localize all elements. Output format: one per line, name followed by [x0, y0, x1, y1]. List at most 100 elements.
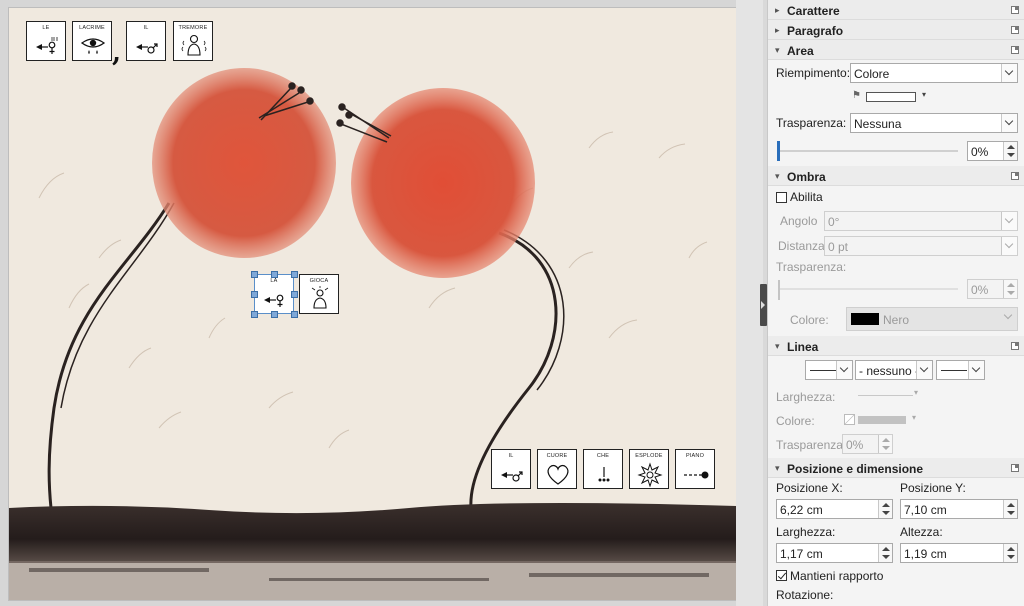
properties-sidebar: ▸ Carattere ▸ Paragrafo ▾ Area Riempimen…	[767, 0, 1024, 606]
symbol-card-il-bottom[interactable]: IL	[491, 449, 531, 489]
distanza-label: Distanza	[778, 239, 825, 253]
symbol-card-le[interactable]: LE	[26, 21, 66, 61]
abilita-row: Abilita	[768, 186, 1024, 208]
abilita-checkbox[interactable]	[776, 192, 787, 203]
trasparenza-select[interactable]: Nessuna	[850, 113, 1018, 133]
abilita-label: Abilita	[790, 190, 823, 204]
sidebar-collapse-toggle[interactable]	[760, 284, 767, 326]
resize-handle-bottom[interactable]	[271, 311, 278, 318]
resize-handle-top[interactable]	[271, 271, 278, 278]
symbol-card-word: GIOCA	[309, 278, 329, 284]
spin-buttons[interactable]	[1003, 544, 1017, 562]
symbol-card-word: CHE	[596, 453, 610, 459]
line-color-swatch[interactable]	[858, 416, 906, 424]
section-linea[interactable]: ▾ Linea	[768, 336, 1024, 356]
canvas-margin	[736, 0, 763, 606]
symbol-card-piano[interactable]: PIANO	[675, 449, 715, 489]
comma-punctuation: ,	[112, 38, 122, 68]
distanza-select[interactable]: 0 pt	[824, 236, 1018, 256]
area-transparency-spinbox[interactable]: 0%	[967, 141, 1018, 161]
riempimento-row: Riempimento: Colore	[768, 60, 1024, 86]
line-width-dropdown-icon[interactable]: ▾	[914, 388, 918, 397]
area-transparency-slider-row: 0%	[768, 136, 1024, 166]
shadow-transparency-spinbox[interactable]: 0%	[967, 279, 1018, 299]
background-painting	[9, 8, 736, 600]
fill-color-row: ⚑ ▾	[768, 86, 1024, 108]
spin-buttons[interactable]	[1003, 500, 1017, 518]
slow-dot-icon	[684, 471, 709, 479]
masculine-article-icon	[136, 43, 158, 54]
spin-value: 7,10 cm	[904, 503, 947, 517]
more-options-icon[interactable]	[1011, 464, 1019, 472]
slide[interactable]: LE LACRIME , IL TREMORE LA GIOCA IL CUOR…	[9, 8, 736, 600]
more-options-icon[interactable]	[1011, 46, 1019, 54]
shadow-color-select[interactable]: Nero	[846, 307, 1018, 331]
resize-handle-top-left[interactable]	[251, 271, 258, 278]
playing-person-icon	[311, 286, 329, 309]
more-options-icon[interactable]	[1011, 172, 1019, 180]
spin-buttons[interactable]	[1003, 280, 1017, 298]
more-options-icon[interactable]	[1011, 342, 1019, 350]
section-posizione[interactable]: ▾ Posizione e dimensione	[768, 458, 1024, 478]
larghezza-spinbox[interactable]: 1,17 cm	[776, 543, 893, 563]
line-larghezza-row: Larghezza: ▾	[768, 384, 1024, 408]
transparency-slider-track[interactable]	[778, 150, 958, 152]
mantieni-rapporto-label: Mantieni rapporto	[790, 569, 884, 583]
posizione-y-spinbox[interactable]: 7,10 cm	[900, 499, 1018, 519]
resize-handle-left[interactable]	[251, 291, 258, 298]
fill-color-swatch[interactable]	[866, 92, 916, 102]
color-dropdown-icon[interactable]: ▾	[922, 90, 926, 99]
section-paragrafo[interactable]: ▸ Paragrafo	[768, 20, 1024, 40]
chevron-down-icon: ▾	[775, 341, 780, 351]
riempimento-select[interactable]: Colore	[850, 63, 1018, 83]
select-value: Nessuna	[854, 117, 902, 131]
symbol-card-esplode[interactable]: ESPLODE	[629, 449, 669, 489]
symbol-card-lacrime[interactable]: LACRIME	[72, 21, 112, 61]
riempimento-label: Riempimento:	[776, 66, 851, 80]
mantieni-rapporto-checkbox[interactable]	[776, 570, 787, 581]
symbol-card-cuore[interactable]: CUORE	[537, 449, 577, 489]
symbol-card-il[interactable]: IL	[126, 21, 166, 61]
resize-handle-right[interactable]	[291, 291, 298, 298]
symbol-card-tremore[interactable]: TREMORE	[173, 21, 213, 61]
section-ombra[interactable]: ▾ Ombra	[768, 166, 1024, 186]
resize-handle-bottom-right[interactable]	[291, 311, 298, 318]
line-style-select[interactable]: - nessuno -	[855, 360, 933, 380]
shadow-transparency-slider-thumb[interactable]	[778, 280, 780, 300]
spin-buttons[interactable]	[1003, 142, 1017, 160]
line-end-style-select[interactable]	[936, 360, 985, 380]
trasparenza-label: Trasparenza:	[776, 116, 847, 130]
symbol-card-che[interactable]: CHE	[583, 449, 623, 489]
section-title: Area	[787, 44, 814, 58]
more-options-icon[interactable]	[1011, 26, 1019, 34]
transparency-slider-thumb[interactable]	[777, 141, 780, 161]
line-preview	[810, 370, 836, 371]
posizione-x-spinbox[interactable]: 6,22 cm	[776, 499, 893, 519]
symbol-card-word: LE	[42, 25, 50, 31]
spin-buttons[interactable]	[878, 435, 892, 453]
document-canvas[interactable]: LE LACRIME , IL TREMORE LA GIOCA IL CUOR…	[0, 0, 763, 606]
eye-tear-icon	[80, 38, 106, 54]
resize-handle-bottom-left[interactable]	[251, 311, 258, 318]
line-preview	[941, 370, 967, 371]
area-trasparenza-row: Trasparenza: Nessuna	[768, 108, 1024, 136]
symbol-card-word: LACRIME	[79, 25, 105, 31]
spin-value: 0%	[846, 438, 864, 452]
angolo-select[interactable]: 0°	[824, 211, 1018, 231]
shadow-transparency-slider-track[interactable]	[778, 288, 958, 290]
line-color-dropdown-icon[interactable]: ▾	[912, 413, 916, 422]
section-area[interactable]: ▾ Area	[768, 40, 1024, 60]
altezza-spinbox[interactable]: 1,19 cm	[900, 543, 1018, 563]
chevron-down-icon	[916, 361, 932, 379]
spin-buttons[interactable]	[878, 500, 892, 518]
resize-handle-top-right[interactable]	[291, 271, 298, 278]
section-carattere[interactable]: ▸ Carattere	[768, 0, 1024, 20]
spin-buttons[interactable]	[878, 544, 892, 562]
pen-icon	[844, 414, 855, 425]
line-start-style-select[interactable]	[805, 360, 853, 380]
more-options-icon[interactable]	[1011, 6, 1019, 14]
symbol-card-gioca[interactable]: GIOCA	[299, 274, 339, 314]
line-transparency-spinbox[interactable]: 0%	[842, 434, 893, 454]
line-width-preview[interactable]	[858, 395, 913, 396]
selection-frame	[254, 274, 294, 314]
